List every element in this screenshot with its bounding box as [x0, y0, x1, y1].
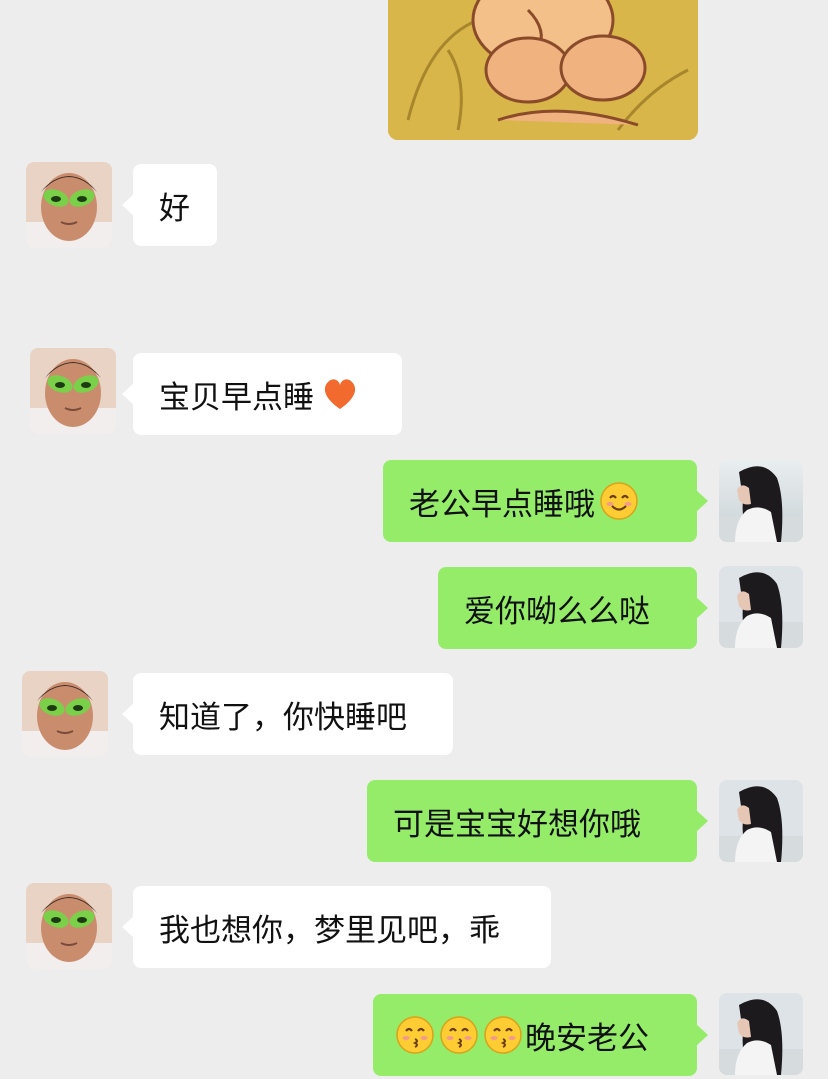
message-text: 可是宝宝好想你哦 — [393, 806, 641, 843]
message-bubble-outgoing[interactable]: 晚安老公 — [373, 994, 708, 1076]
message-text: 老公早点睡哦 — [409, 486, 595, 523]
man-with-alien-sunglasses-avatar-icon — [22, 671, 108, 757]
girl-avatar-icon — [719, 460, 803, 542]
message-text: 好 — [159, 190, 190, 227]
girl-avatar-icon — [719, 566, 803, 648]
kissing-face-icon — [483, 1015, 523, 1055]
right-avatar[interactable] — [719, 460, 803, 542]
left-avatar[interactable] — [26, 162, 112, 248]
message-bubble-incoming[interactable]: 好 — [122, 164, 217, 246]
girl-avatar-icon — [719, 993, 803, 1075]
man-with-alien-sunglasses-avatar-icon — [26, 883, 112, 969]
right-avatar[interactable] — [719, 566, 803, 648]
message-text: 我也想你，梦里见吧，乖 — [159, 912, 500, 949]
message-bubble-outgoing[interactable]: 可是宝宝好想你哦 — [367, 780, 708, 862]
orange-heart-icon — [320, 374, 360, 414]
cartoon-sticker-image[interactable] — [388, 0, 698, 140]
left-avatar[interactable] — [26, 883, 112, 969]
message-text: 知道了，你快睡吧 — [159, 699, 407, 736]
left-avatar[interactable] — [30, 348, 116, 434]
kissing-face-icon — [395, 1015, 435, 1055]
message-text: 晚安老公 — [525, 1020, 649, 1057]
left-avatar[interactable] — [22, 671, 108, 757]
message-bubble-incoming[interactable]: 知道了，你快睡吧 — [122, 673, 453, 755]
message-bubble-outgoing[interactable]: 老公早点睡哦 — [383, 460, 708, 542]
smiling-face-icon — [599, 481, 639, 521]
man-with-alien-sunglasses-avatar-icon — [26, 162, 112, 248]
message-bubble-outgoing[interactable]: 爱你呦么么哒 — [438, 567, 708, 649]
message-text: 宝贝早点睡 — [159, 379, 314, 416]
right-avatar[interactable] — [719, 993, 803, 1075]
message-bubble-incoming[interactable]: 宝贝早点睡 — [122, 353, 402, 435]
right-avatar[interactable] — [719, 780, 803, 862]
message-text: 爱你呦么么哒 — [464, 593, 650, 630]
man-with-alien-sunglasses-avatar-icon — [30, 348, 116, 434]
girl-avatar-icon — [719, 780, 803, 862]
cartoon-sticker-icon — [388, 0, 698, 140]
message-bubble-incoming[interactable]: 我也想你，梦里见吧，乖 — [122, 886, 551, 968]
kissing-face-icon — [439, 1015, 479, 1055]
